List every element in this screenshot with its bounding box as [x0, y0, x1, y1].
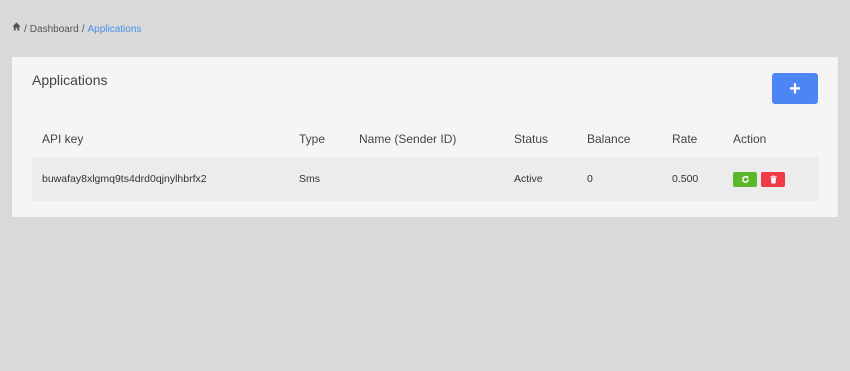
home-icon: [12, 22, 21, 31]
refresh-button[interactable]: [733, 171, 757, 187]
breadcrumb-separator: /: [24, 23, 27, 35]
delete-button[interactable]: [761, 171, 785, 187]
cell-status: Active: [504, 157, 577, 201]
breadcrumb-current: Applications: [87, 23, 142, 35]
column-header-balance: Balance: [587, 132, 631, 146]
cell-type: Sms: [289, 157, 349, 201]
plus-icon: +: [789, 77, 801, 100]
breadcrumb: / Dashboard / Applications: [12, 22, 142, 35]
applications-table: API key Type Name (Sender ID) Status Bal…: [32, 127, 818, 201]
cell-name: [349, 157, 504, 201]
cell-action: [723, 157, 818, 201]
table-header-row: API key Type Name (Sender ID) Status Bal…: [32, 127, 818, 157]
add-application-button[interactable]: +: [772, 73, 818, 104]
applications-card: Applications + API key Type Name (Sender…: [12, 57, 838, 217]
column-header-api-key: API key: [42, 132, 84, 146]
column-header-status: Status: [514, 132, 549, 146]
breadcrumb-separator: /: [81, 23, 85, 35]
column-header-action: Action: [733, 132, 767, 146]
breadcrumb-dashboard[interactable]: Dashboard: [30, 24, 79, 35]
column-header-rate: Rate: [672, 132, 698, 146]
page-title: Applications: [32, 72, 108, 88]
breadcrumb-home[interactable]: [12, 22, 21, 35]
cell-api-key: buwafay8xlgmq9ts4drd0qjnylhbrfx2: [32, 157, 289, 201]
trash-icon: [769, 174, 777, 184]
table-row: buwafay8xlgmq9ts4drd0qjnylhbrfx2 Sms Act…: [32, 157, 818, 201]
cell-rate: 0.500: [662, 157, 723, 201]
cell-balance: 0: [577, 157, 662, 201]
column-header-name: Name (Sender ID): [359, 132, 457, 146]
refresh-icon: [741, 175, 749, 183]
column-header-type: Type: [299, 132, 326, 146]
